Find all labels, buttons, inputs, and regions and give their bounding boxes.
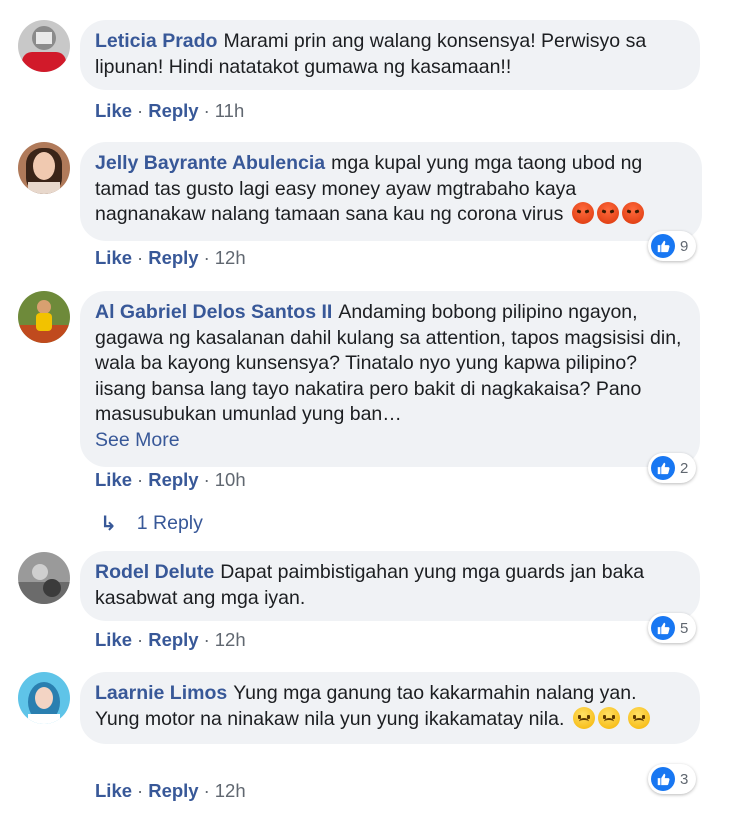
timestamp[interactable]: 10h — [215, 469, 246, 490]
timestamp[interactable]: 12h — [215, 629, 246, 650]
reply-link[interactable]: Reply — [148, 469, 198, 490]
comment-actions: Like · Reply · 12h — [95, 780, 246, 802]
reply-arrow-icon: ↳ — [100, 513, 117, 535]
comment-author[interactable]: Al Gabriel Delos Santos II — [95, 301, 332, 323]
reaction-count[interactable]: 5 — [648, 613, 697, 643]
comment-author[interactable]: Laarnie Limos — [95, 682, 227, 704]
comment-bubble: Rodel Delute Dapat paimbistigahan yung mg… — [80, 551, 700, 621]
separator: · — [137, 469, 144, 490]
timestamp[interactable]: 12h — [215, 247, 246, 268]
like-link[interactable]: Like — [95, 247, 132, 268]
avatar[interactable] — [18, 142, 70, 194]
avatar[interactable] — [18, 20, 70, 72]
comment-actions: Like · Reply · 10h — [95, 469, 246, 491]
like-link[interactable]: Like — [95, 629, 132, 650]
comment-author[interactable]: Leticia Prado — [95, 30, 217, 52]
view-replies-link[interactable]: ↳ 1 Reply — [100, 511, 203, 536]
comment-author[interactable]: Rodel Delute — [95, 561, 214, 583]
angry-face-icon — [621, 202, 644, 224]
like-link[interactable]: Like — [95, 469, 132, 490]
angry-face-icon — [596, 202, 619, 224]
separator: · — [137, 247, 144, 268]
separator: · — [203, 247, 210, 268]
timestamp[interactable]: 11h — [215, 100, 245, 121]
timestamp[interactable]: 12h — [215, 780, 246, 801]
frowning-face-icon — [572, 706, 595, 729]
thumbs-up-icon — [651, 234, 675, 258]
reaction-count-value: 5 — [680, 619, 689, 637]
thumbs-up-icon — [651, 767, 675, 791]
frowning-face-icon — [597, 706, 620, 729]
see-more-link[interactable]: See More — [95, 428, 684, 454]
avatar[interactable] — [18, 291, 70, 343]
reply-link[interactable]: Reply — [148, 247, 198, 268]
comment-bubble: Laarnie Limos Yung mga ganung tao kakarma… — [80, 672, 700, 744]
reaction-count[interactable]: 9 — [648, 231, 697, 261]
angry-face-icon — [571, 202, 594, 224]
reply-link[interactable]: Reply — [148, 629, 198, 650]
reply-link[interactable]: Reply — [148, 780, 198, 801]
thumbs-up-icon — [651, 616, 675, 640]
comment-bubble: Al Gabriel Delos Santos II Andaming bobon… — [80, 291, 700, 467]
frowning-face-icon — [628, 706, 651, 729]
separator: · — [137, 629, 144, 650]
avatar[interactable] — [18, 552, 70, 604]
replies-count-label: 1 Reply — [136, 512, 203, 534]
comment-actions: Like · Reply · 12h — [95, 247, 246, 269]
separator: · — [203, 469, 210, 490]
reaction-count[interactable]: 2 — [648, 453, 697, 483]
avatar[interactable] — [18, 672, 70, 724]
like-link[interactable]: Like — [95, 100, 132, 121]
reaction-count-value: 3 — [680, 770, 689, 788]
thumbs-up-icon — [651, 456, 675, 480]
comment-author[interactable]: Jelly Bayrante Abulencia — [95, 152, 325, 174]
comment-bubble: Leticia Prado Marami prin ang walang kons… — [80, 20, 700, 90]
reaction-count-value: 9 — [680, 237, 689, 255]
reply-link[interactable]: Reply — [148, 100, 198, 121]
comment-actions: Like · Reply · 11h — [95, 100, 244, 122]
comment-bubble: Jelly Bayrante Abulencia mga kupal yung m… — [80, 142, 702, 241]
separator: · — [137, 780, 144, 801]
separator: · — [203, 100, 210, 121]
separator: · — [203, 629, 210, 650]
like-link[interactable]: Like — [95, 780, 132, 801]
reaction-count-value: 2 — [680, 459, 689, 477]
comment-actions: Like · Reply · 12h — [95, 629, 246, 651]
separator: · — [203, 780, 210, 801]
separator: · — [137, 100, 144, 121]
reaction-count[interactable]: 3 — [648, 764, 697, 794]
